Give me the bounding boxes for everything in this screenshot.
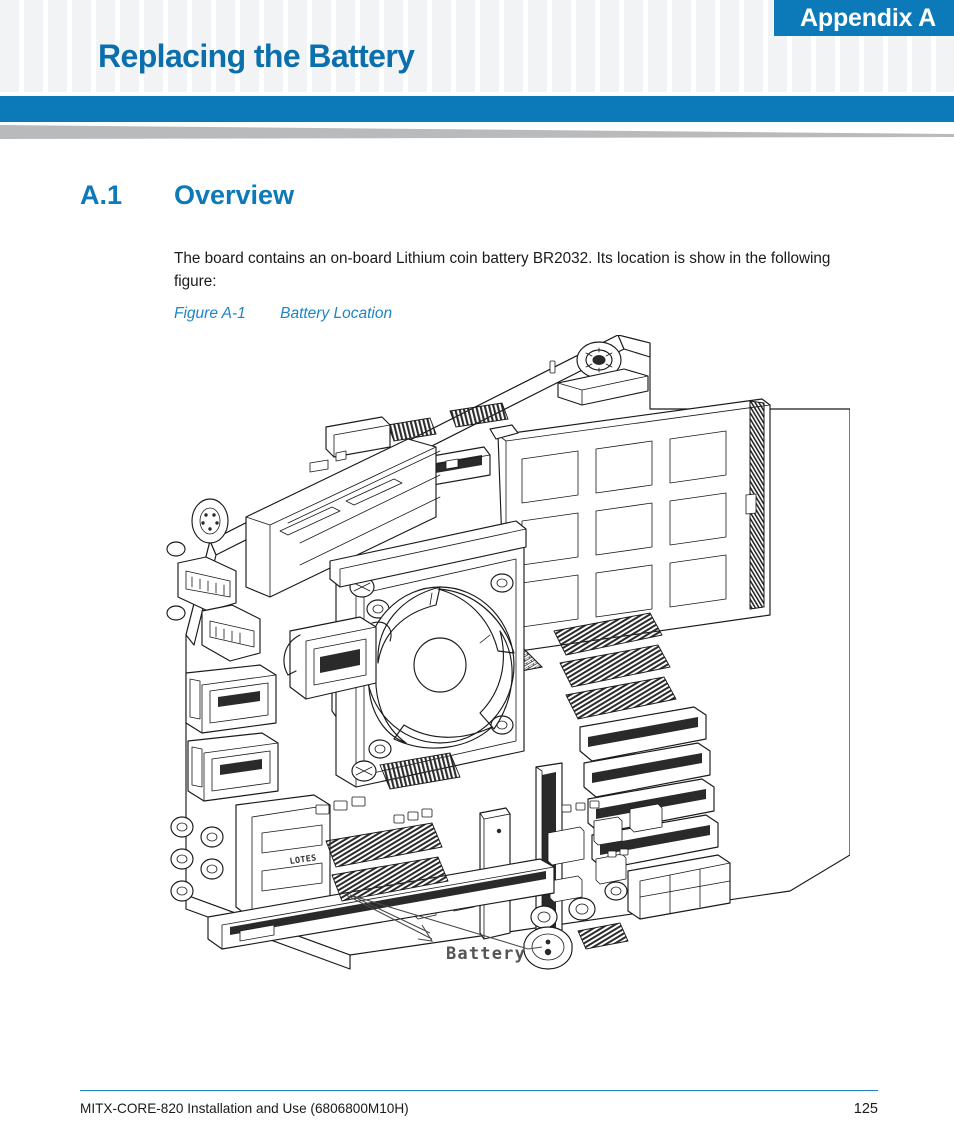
footer-document-title: MITX-CORE-820 Installation and Use (6806… [80, 1101, 409, 1117]
figure-label: Figure A-1 [174, 305, 246, 322]
figure-title: Battery Location [280, 305, 393, 322]
figure-caption: Figure A-1 Battery Location [174, 305, 392, 323]
section-title: Overview [174, 180, 295, 210]
motherboard-line-drawing: .l { fill:none; stroke:#1a1a1a; stroke-w… [166, 335, 850, 970]
page-footer: MITX-CORE-820 Installation and Use (6806… [80, 1090, 878, 1117]
ps2-connector [191, 498, 229, 544]
section-heading: A.1 Overview [0, 180, 954, 220]
page-header: Appendix A Replacing the Battery [0, 0, 954, 139]
figure-battery-location: .l { fill:none; stroke:#1a1a1a; stroke-w… [150, 335, 850, 995]
footer-divider [80, 1090, 878, 1092]
footer-page-number: 125 [853, 1101, 878, 1118]
page-title: Replacing the Battery [98, 38, 415, 74]
appendix-badge: Appendix A [774, 0, 954, 36]
header-gray-taper [0, 125, 954, 139]
fan-screw-bottom [351, 760, 377, 782]
pin-header-right [553, 612, 677, 720]
overview-paragraph: The board contains an on-board Lithium c… [174, 250, 831, 291]
memory-module [487, 398, 771, 654]
section-number: A.1 [80, 180, 123, 210]
pin-header-battery [577, 922, 629, 950]
battery-callout-label: Battery [446, 944, 526, 964]
header-accent-bar [0, 96, 954, 122]
ethernet-port-lower [187, 732, 279, 802]
page-content: A.1 Overview The board contains an on-bo… [0, 150, 954, 970]
ethernet-port-upper [185, 664, 277, 734]
